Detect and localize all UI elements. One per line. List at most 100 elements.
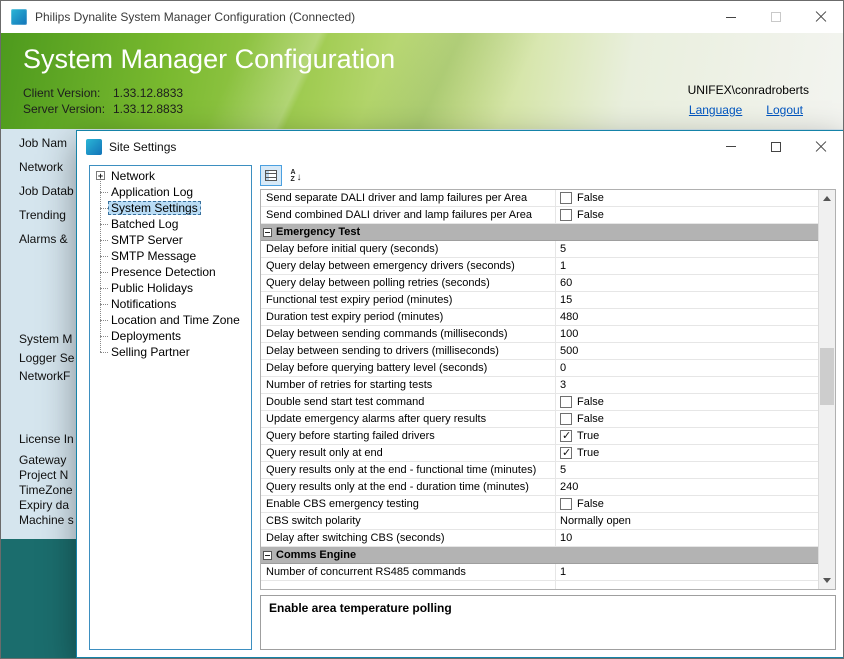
property-name[interactable]: Update emergency alarms after query resu… [261,411,556,427]
property-name[interactable]: Delay after switching CBS (seconds) [261,530,556,546]
expand-plus-icon[interactable]: + [94,168,108,184]
minimize-button[interactable] [708,1,753,33]
property-value[interactable]: 5 [556,462,818,478]
property-value[interactable]: 10 [556,530,818,546]
checkbox-icon[interactable] [560,447,572,459]
tree-item-public-holidays[interactable]: Public Holidays [90,280,251,296]
property-row [261,581,818,589]
property-grid-toolbar [260,165,307,187]
tree-connector [94,216,108,232]
category-row[interactable]: Emergency Test [261,224,818,241]
tree-item-smtp-message[interactable]: SMTP Message [90,248,251,264]
tree-item-label: SMTP Message [108,249,199,263]
dialog-close-button[interactable] [798,131,843,162]
property-value[interactable]: 15 [556,292,818,308]
tree-item-location-and-time-zone[interactable]: Location and Time Zone [90,312,251,328]
site-settings-dialog: Site Settings +NetworkApplication LogSys… [76,130,844,658]
property-name[interactable]: Delay before initial query (seconds) [261,241,556,257]
property-value[interactable] [556,581,818,589]
property-name[interactable]: Query result only at end [261,445,556,461]
property-name[interactable]: CBS switch polarity [261,513,556,529]
scrollbar-thumb[interactable] [820,348,834,405]
property-value[interactable]: 240 [556,479,818,495]
property-value[interactable]: 100 [556,326,818,342]
property-name[interactable]: Delay before querying battery level (sec… [261,360,556,376]
checkbox-icon[interactable] [560,498,572,510]
tree-item-notifications[interactable]: Notifications [90,296,251,312]
checkbox-icon[interactable] [560,209,572,221]
tree-item-smtp-server[interactable]: SMTP Server [90,232,251,248]
checkbox-icon[interactable] [560,192,572,204]
alphabetical-sort-button[interactable] [285,165,307,186]
property-value[interactable]: 5 [556,241,818,257]
property-name[interactable]: Query before starting failed drivers [261,428,556,444]
tree-item-selling-partner[interactable]: Selling Partner [90,344,251,360]
close-icon [815,11,827,23]
maximize-button[interactable] [753,1,798,33]
tree-item-application-log[interactable]: Application Log [90,184,251,200]
property-name[interactable]: Delay between sending commands (millisec… [261,326,556,342]
tree-item-batched-log[interactable]: Batched Log [90,216,251,232]
property-name[interactable]: Send combined DALI driver and lamp failu… [261,207,556,223]
close-button[interactable] [798,1,843,33]
dialog-maximize-button[interactable] [753,131,798,162]
property-name[interactable]: Delay between sending to drivers (millis… [261,343,556,359]
checkbox-icon[interactable] [560,396,572,408]
property-value[interactable]: True [556,428,818,444]
property-name[interactable] [261,581,556,589]
property-value[interactable]: 500 [556,343,818,359]
property-row: Query delay between emergency drivers (s… [261,258,818,275]
collapse-minus-icon[interactable] [263,228,272,237]
value-text: 60 [560,275,572,291]
property-row: Number of concurrent RS485 commands1 [261,564,818,581]
property-name[interactable]: Query results only at the end - duration… [261,479,556,495]
bg-label: Gateway [19,453,66,467]
property-name[interactable]: Query results only at the end - function… [261,462,556,478]
property-value[interactable]: False [556,190,818,206]
property-value[interactable]: 480 [556,309,818,325]
close-icon [815,141,827,153]
categorized-view-button[interactable] [260,165,282,186]
property-value[interactable]: Normally open [556,513,818,529]
tree-item-network[interactable]: +Network [90,168,251,184]
property-value[interactable]: False [556,411,818,427]
property-value[interactable]: 60 [556,275,818,291]
property-name[interactable]: Functional test expiry period (minutes) [261,292,556,308]
property-value[interactable]: 1 [556,258,818,274]
property-value[interactable]: False [556,394,818,410]
property-name[interactable]: Query delay between polling retries (sec… [261,275,556,291]
property-name[interactable]: Send separate DALI driver and lamp failu… [261,190,556,206]
property-value[interactable]: 3 [556,377,818,393]
category-row[interactable]: Comms Engine [261,547,818,564]
tree-item-deployments[interactable]: Deployments [90,328,251,344]
logout-link[interactable]: Logout [766,103,803,117]
property-name[interactable]: Double send start test command [261,394,556,410]
checkbox-icon[interactable] [560,413,572,425]
scroll-down-button[interactable] [819,572,835,589]
dialog-minimize-button[interactable] [708,131,753,162]
property-name[interactable]: Enable CBS emergency testing [261,496,556,512]
property-name[interactable]: Duration test expiry period (minutes) [261,309,556,325]
page-title: System Manager Configuration [23,44,395,75]
property-value[interactable]: False [556,207,818,223]
bottom-left-panel [1,539,81,658]
dialog-titlebar[interactable]: Site Settings [77,131,843,162]
property-name[interactable]: Number of concurrent RS485 commands [261,564,556,580]
property-name[interactable]: Number of retries for starting tests [261,377,556,393]
scroll-up-button[interactable] [819,190,835,207]
property-value[interactable]: False [556,496,818,512]
property-name[interactable]: Query delay between emergency drivers (s… [261,258,556,274]
settings-tree[interactable]: +NetworkApplication LogSystem SettingsBa… [89,165,252,650]
collapse-minus-icon[interactable] [263,551,272,560]
property-value[interactable]: True [556,445,818,461]
property-row: Duration test expiry period (minutes)480 [261,309,818,326]
main-titlebar[interactable]: Philips Dynalite System Manager Configur… [1,1,843,33]
tree-item-system-settings[interactable]: System Settings [90,200,251,216]
property-value[interactable]: 0 [556,360,818,376]
vertical-scrollbar[interactable] [818,190,835,589]
property-value[interactable]: 1 [556,564,818,580]
language-link[interactable]: Language [689,103,742,117]
checkbox-icon[interactable] [560,430,572,442]
down-arrow-icon [296,167,302,185]
tree-item-presence-detection[interactable]: Presence Detection [90,264,251,280]
